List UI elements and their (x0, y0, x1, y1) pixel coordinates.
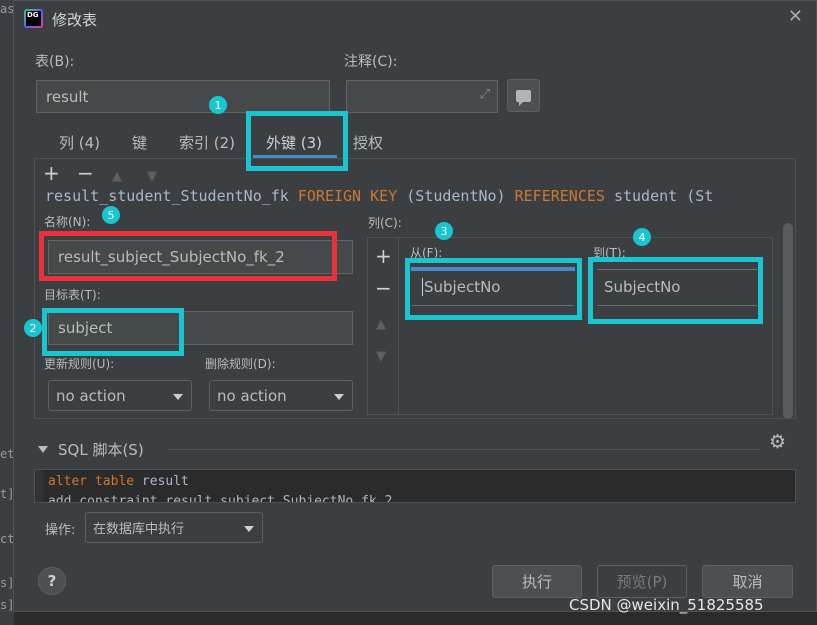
annotation-badge-2: 2 (24, 319, 42, 337)
highlight-foreign-key-tab (246, 111, 348, 171)
annotation-badge-3: 3 (435, 222, 453, 240)
operation-select[interactable]: 在数据库中执行 (85, 512, 263, 543)
tab-columns[interactable]: 列 (4) (59, 132, 100, 153)
delete-rule-label: 删除规则(D): (205, 357, 276, 371)
expand-icon[interactable]: ⤢ (480, 87, 490, 102)
dialog-title: 修改表 (52, 11, 98, 29)
highlight-target-table (42, 308, 184, 356)
sql-script-toggle[interactable]: SQL 脚本(S) (38, 439, 144, 460)
target-table-label: 目标表(T): (44, 288, 101, 302)
speech-bubble-icon (516, 89, 531, 106)
remove-mapping-icon[interactable]: − (375, 278, 392, 298)
add-mapping-icon[interactable]: + (375, 246, 392, 266)
foreign-key-list-item[interactable]: result_student_StudentNo_fk FOREIGN KEY … (45, 187, 797, 205)
help-button[interactable]: ? (38, 567, 66, 595)
sql-line-1: alter table result (48, 474, 189, 489)
columns-label: 列(C): (368, 216, 402, 230)
highlight-to-column (588, 257, 763, 324)
highlight-from-column (405, 258, 582, 320)
chevron-down-icon (244, 525, 254, 532)
annotation-badge-1: 1 (209, 96, 227, 114)
table-name-input[interactable]: result (36, 80, 330, 113)
remove-icon[interactable]: − (77, 162, 94, 184)
update-rule-label: 更新规则(U): (44, 357, 115, 371)
collapse-arrow-icon (38, 446, 48, 453)
panel-scrollbar[interactable] (783, 223, 793, 419)
move-down-icon[interactable]: ▼ (147, 166, 157, 188)
add-icon[interactable]: + (43, 162, 60, 184)
datagrip-logo-icon: DG (24, 9, 43, 28)
table-label: 表(B): (35, 54, 75, 70)
tab-keys[interactable]: 键 (132, 132, 147, 153)
section-divider (169, 449, 759, 450)
preview-button[interactable]: 预览(P) (597, 565, 687, 598)
move-up-icon[interactable]: ▲ (112, 166, 122, 188)
sql-line-2: add constraint result_subject_SubjectNo_… (48, 494, 393, 503)
delete-rule-select[interactable]: no action (209, 380, 353, 411)
comment-input[interactable]: ⤢ (346, 80, 498, 113)
editor-gutter (35, 470, 43, 502)
fk-name-label: 名称(N): (44, 215, 91, 229)
chevron-down-icon (334, 393, 344, 400)
annotation-badge-4: 4 (633, 228, 651, 246)
tab-indexes[interactable]: 索引 (2) (179, 132, 235, 153)
comment-label: 注释(C): (344, 54, 398, 70)
move-up-icon[interactable]: ▲ (376, 315, 386, 335)
title-bar: DG 修改表 ✕ (14, 1, 816, 35)
watermark: CSDN @weixin_51825585 (569, 596, 764, 614)
sql-script-editor[interactable]: alter table result add constraint result… (34, 469, 796, 503)
execute-button[interactable]: 执行 (492, 565, 582, 598)
gear-icon[interactable]: ⚙ (769, 431, 786, 453)
tab-grants[interactable]: 授权 (353, 132, 383, 153)
update-rule-select[interactable]: no action (48, 380, 192, 411)
comment-button[interactable] (507, 79, 540, 112)
cancel-button[interactable]: 取消 (702, 565, 793, 598)
annotation-badge-5: 5 (102, 206, 120, 224)
highlight-fk-name (39, 231, 337, 281)
chevron-down-icon (173, 393, 183, 400)
close-icon[interactable]: ✕ (788, 6, 803, 27)
move-down-icon[interactable]: ▼ (376, 347, 386, 367)
operation-label: 操作: (45, 523, 76, 538)
modify-table-dialog: DG 修改表 ✕ 表(B): result 注释(C): ⤢ 列 (4) 键 索… (13, 0, 817, 612)
